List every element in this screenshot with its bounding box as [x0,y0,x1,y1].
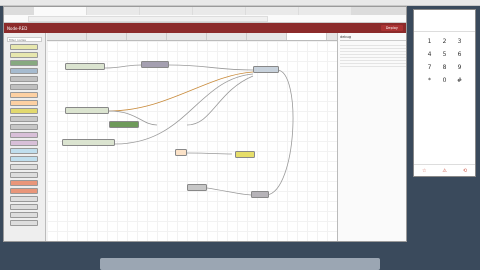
deploy-button[interactable]: Deploy [380,25,403,31]
wire [168,64,254,71]
history-icon[interactable]: ⟲ [463,168,467,174]
dial-pad: 1 2 3 4 5 6 7 8 9 * 0 # [414,32,475,90]
palette-node[interactable] [10,220,38,226]
palette-node[interactable] [10,140,38,146]
flow-tabs [47,33,337,41]
dock [100,258,380,270]
browser-window: Node-RED Deploy filter nodes debug [3,6,407,242]
palette-node[interactable] [10,212,38,218]
wire [186,152,233,155]
dial-key[interactable]: 9 [452,64,467,71]
palette-node[interactable] [10,108,38,114]
palette-node[interactable] [10,132,38,138]
palette-node[interactable] [10,196,38,202]
app-title: Node-RED [7,25,28,31]
wire [108,71,254,112]
browser-tab[interactable] [87,7,139,15]
browser-tab[interactable] [246,7,298,15]
debug-tab-title[interactable]: debug [340,35,406,41]
flow-node[interactable] [251,191,269,198]
palette-node[interactable] [10,52,38,58]
flow-node[interactable] [65,63,105,70]
palette-node[interactable] [10,180,38,186]
dial-key[interactable]: 4 [422,51,437,58]
flow-node[interactable] [253,66,279,73]
palette-node[interactable] [10,172,38,178]
flow-tab[interactable] [47,33,87,40]
flow-node[interactable] [141,61,169,68]
flow-tab[interactable] [127,33,167,40]
debug-sidebar: debug [337,33,406,241]
dial-key[interactable]: 3 [452,38,467,45]
flow-canvas[interactable] [47,41,337,241]
warning-icon[interactable]: ⚠ [442,168,446,174]
softphone-window: 1 2 3 4 5 6 7 8 9 * 0 # ☆ ⚠ ⟲ [413,9,476,177]
softphone-header [414,10,475,32]
node-palette: filter nodes [4,33,46,241]
flow-tab[interactable] [207,33,247,40]
flow-tab[interactable] [247,33,287,40]
wire [114,73,254,145]
dial-key[interactable]: 7 [422,64,437,71]
flow-node[interactable] [187,184,207,191]
wire [266,69,294,196]
flow-node[interactable] [109,121,139,128]
browser-tab[interactable] [193,7,245,15]
star-icon[interactable]: ☆ [422,168,426,174]
palette-node[interactable] [10,148,38,154]
dial-key[interactable]: 6 [452,51,467,58]
browser-tabs [4,7,406,15]
palette-node[interactable] [10,116,38,122]
flow-node[interactable] [65,107,109,114]
palette-node[interactable] [10,204,38,210]
palette-node[interactable] [10,60,38,66]
wire [206,187,252,196]
dial-key[interactable]: # [452,77,467,84]
address-bar [4,15,406,23]
palette-node[interactable] [10,68,38,74]
browser-tab[interactable] [34,7,86,15]
dial-key[interactable]: * [422,77,437,84]
palette-node[interactable] [10,84,38,90]
dial-key[interactable]: 0 [437,77,452,84]
palette-node[interactable] [10,92,38,98]
browser-tab[interactable] [140,7,192,15]
debug-message[interactable] [340,64,406,67]
palette-node[interactable] [10,100,38,106]
flow-tab[interactable] [87,33,127,40]
palette-filter-input[interactable]: filter nodes [7,37,42,42]
url-input[interactable] [28,15,268,22]
softphone-footer: ☆ ⚠ ⟲ [414,164,475,176]
dial-key[interactable]: 8 [437,64,452,71]
node-red-header: Node-RED Deploy [4,23,406,33]
palette-node[interactable] [10,124,38,130]
workspace: filter nodes debug [4,33,406,241]
wire [104,64,142,69]
flow-tab[interactable] [167,33,207,40]
palette-node[interactable] [10,156,38,162]
palette-node[interactable] [10,76,38,82]
flow-node[interactable] [175,149,187,156]
dial-key[interactable]: 2 [437,38,452,45]
palette-node[interactable] [10,188,38,194]
wire [186,75,254,126]
palette-node[interactable] [10,164,38,170]
flow-node[interactable] [62,139,115,146]
dial-key[interactable]: 1 [422,38,437,45]
browser-tab[interactable] [299,7,351,15]
flow-tab[interactable] [287,33,327,40]
flow-node[interactable] [235,151,255,158]
palette-node[interactable] [10,44,38,50]
flow-editor [47,33,337,241]
dial-key[interactable]: 5 [437,51,452,58]
